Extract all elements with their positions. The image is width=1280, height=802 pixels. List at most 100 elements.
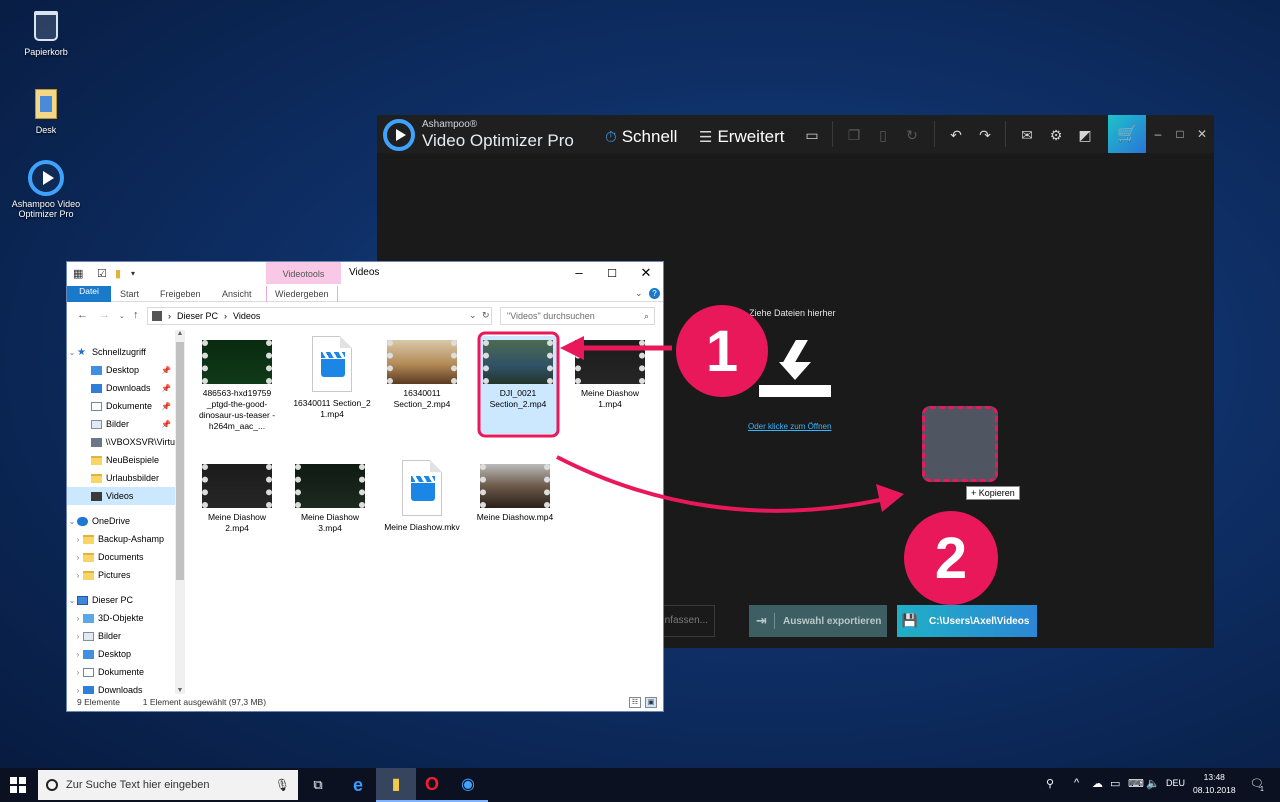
address-bar[interactable]: › Dieser PC › Videos — [147, 307, 492, 325]
cart-button[interactable]: 🛒 — [1108, 115, 1146, 153]
expand-ribbon-icon[interactable]: ⌄ — [635, 288, 643, 299]
opera-icon[interactable]: O — [412, 768, 452, 802]
minimize-button[interactable]: – — [1150, 127, 1166, 141]
file-item[interactable]: 16340011 Section_2.mp4 — [383, 336, 461, 410]
combine-button[interactable]: nfassen... — [657, 605, 715, 637]
quick-access-dropdown-icon[interactable]: ▾ — [131, 269, 135, 278]
file-grid: 486563-hxd19759 _ptgd-the-good- dinosaur… — [192, 334, 662, 694]
battery-icon[interactable]: ▭ — [1110, 777, 1120, 790]
taskbar-clock[interactable]: 13:48 08.10.2018 — [1193, 771, 1236, 797]
edge-icon[interactable]: e — [338, 768, 378, 802]
video-optimizer-taskbar-icon[interactable]: ◉ — [448, 768, 488, 802]
file-item[interactable]: Meine Diashow 1.mp4 — [571, 336, 649, 410]
undo-icon[interactable]: ↶ — [947, 127, 965, 144]
refresh-icon[interactable]: ↻ — [482, 310, 490, 321]
mode-advanced-button[interactable]: ☰ Erweitert — [699, 127, 785, 147]
address-root[interactable]: Dieser PC — [177, 308, 218, 324]
back-arrow-icon[interactable]: ← — [77, 309, 88, 321]
sidebar-item-documents[interactable]: Dokumente 📌 — [67, 397, 175, 415]
start-button[interactable] — [10, 777, 26, 793]
sidebar-item-this-pc[interactable]: ⌄ Dieser PC — [67, 591, 175, 609]
sidebar-item-od-documents[interactable]: › Documents — [67, 548, 175, 566]
redo-icon[interactable]: ↷ — [976, 127, 994, 144]
sidebar-item-quick-access[interactable]: ⌄ ★ Schnellzugriff — [67, 343, 175, 361]
new-folder-icon[interactable]: ▮ — [115, 267, 121, 280]
people-icon[interactable]: ⚲ — [1046, 777, 1054, 790]
details-view-icon[interactable]: ☷ — [629, 697, 641, 708]
tab-view[interactable]: Ansicht — [222, 286, 252, 302]
file-item[interactable]: Meine Diashow.mkv — [383, 460, 461, 533]
volume-icon[interactable]: 🔈 — [1146, 777, 1160, 790]
sidebar-item-network-share[interactable]: \\VBOXSVR\Virtu — [67, 433, 175, 451]
sidebar-item-downloads[interactable]: Downloads 📌 — [67, 379, 175, 397]
file-item[interactable]: Meine Diashow 3.mp4 — [291, 460, 369, 534]
documents-icon — [91, 401, 102, 411]
scroll-down-icon[interactable]: ▼ — [175, 687, 185, 694]
copy-icon[interactable]: ❐ — [845, 127, 863, 144]
sidebar-item-videos[interactable]: Videos — [67, 487, 175, 505]
nav-scrollbar[interactable]: ▲ ▼ — [175, 330, 185, 694]
tab-file[interactable]: Datei — [67, 286, 111, 302]
video-folder-icon — [152, 311, 162, 321]
up-arrow-icon[interactable]: ↑ — [133, 309, 139, 321]
sidebar-item-pc-downloads[interactable]: › Downloads — [67, 681, 175, 694]
language-indicator[interactable]: DEU — [1166, 778, 1185, 788]
network-icon[interactable]: ⌨ — [1128, 777, 1144, 790]
large-icons-view-icon[interactable]: ▣ — [645, 697, 657, 708]
sidebar-item-pc-desktop[interactable]: › Desktop — [67, 645, 175, 663]
maximize-button[interactable]: □ — [1172, 127, 1188, 141]
export-selection-button[interactable]: ⇥ Auswahl exportieren — [749, 605, 887, 637]
explorer-maximize-button[interactable]: ☐ — [602, 267, 622, 280]
onedrive-tray-icon[interactable]: ☁ — [1092, 777, 1103, 790]
sidebar-item-pc-documents[interactable]: › Dokumente — [67, 663, 175, 681]
sidebar-item-onedrive[interactable]: ⌄ OneDrive — [67, 512, 175, 530]
help-icon[interactable]: ? — [649, 288, 660, 299]
file-explorer-taskbar-icon[interactable]: ▮ — [376, 768, 416, 802]
paste-icon[interactable]: ▯ — [874, 127, 892, 144]
output-path-button[interactable]: 💾 C:\Users\Axel\Videos — [897, 605, 1037, 637]
sidebar-item-backup[interactable]: › Backup-Ashamp — [67, 530, 175, 548]
file-item-selected[interactable]: DJI_0021 Section_2.mp4 — [479, 336, 557, 434]
explorer-close-button[interactable]: ✕ — [636, 265, 656, 281]
sidebar-item-od-pictures[interactable]: › Pictures — [67, 566, 175, 584]
scroll-up-icon[interactable]: ▲ — [175, 330, 185, 337]
drop-download-icon[interactable] — [759, 340, 831, 400]
address-dropdown-icon[interactable]: ⌄ — [469, 310, 477, 321]
mode-quick-button[interactable]: ⏱ Schnell — [605, 127, 677, 147]
recent-dropdown-icon[interactable]: ⌄ — [119, 312, 125, 320]
file-item[interactable]: Meine Diashow 2.mp4 — [198, 460, 276, 534]
pin-icon: 📌 — [161, 419, 171, 429]
tab-start[interactable]: Start — [120, 286, 139, 302]
gear-icon[interactable]: ⚙ — [1047, 127, 1065, 144]
forward-arrow-icon[interactable]: → — [99, 309, 110, 321]
address-folder[interactable]: Videos — [233, 308, 260, 324]
microphone-icon[interactable]: 🎙 — [275, 770, 290, 800]
tab-share[interactable]: Freigeben — [160, 286, 201, 302]
file-item[interactable]: 16340011 Section_2 1.mp4 — [293, 336, 371, 420]
sidebar-item-3d-objects[interactable]: › 3D-Objekte — [67, 609, 175, 627]
desktop-icon-recycle-bin[interactable]: Papierkorb — [6, 8, 86, 57]
sidebar-item-desktop[interactable]: Desktop 📌 — [67, 361, 175, 379]
folder-icon[interactable]: ▭ — [803, 127, 821, 144]
sidebar-item-urlaubsbilder[interactable]: Urlaubsbilder — [67, 469, 175, 487]
close-button[interactable]: ✕ — [1194, 127, 1210, 141]
tray-expand-icon[interactable]: ^ — [1074, 777, 1079, 789]
file-item[interactable]: 486563-hxd19759 _ptgd-the-good- dinosaur… — [198, 336, 276, 432]
sidebar-item-neubeispiele[interactable]: NeuBeispiele — [67, 451, 175, 469]
properties-icon[interactable]: ☑ — [97, 267, 107, 280]
open-file-link[interactable]: Oder klicke zum Öffnen — [748, 422, 831, 431]
desktop-icon-video-optimizer[interactable]: Ashampoo Video Optimizer Pro — [6, 160, 86, 219]
file-item[interactable]: Meine Diashow.mp4 — [476, 460, 554, 523]
mail-icon[interactable]: ✉ — [1018, 127, 1036, 144]
reset-icon[interactable]: ↻ — [903, 127, 921, 144]
search-input[interactable]: "Videos" durchsuchen ⌕ — [500, 307, 655, 325]
explorer-minimize-button[interactable]: – — [569, 265, 589, 280]
scroll-thumb[interactable] — [176, 342, 184, 580]
tab-play[interactable]: Wiedergeben — [266, 286, 338, 302]
task-view-icon[interactable]: ⧉ — [298, 768, 338, 802]
desktop-icon-desk[interactable]: Desk — [6, 86, 86, 135]
taskbar-search-input[interactable]: Zur Suche Text hier eingeben 🎙 — [38, 770, 298, 800]
edit-icon[interactable]: ◩ — [1076, 127, 1094, 144]
sidebar-item-pc-pictures[interactable]: › Bilder — [67, 627, 175, 645]
sidebar-item-pictures[interactable]: Bilder 📌 — [67, 415, 175, 433]
